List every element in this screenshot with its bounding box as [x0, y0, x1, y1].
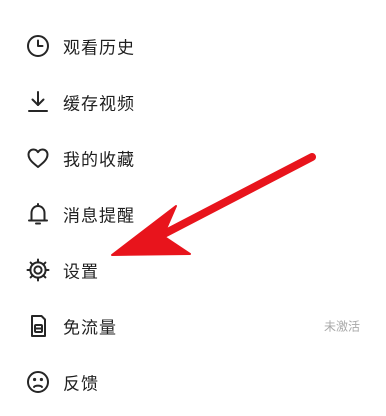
menu-item-label: 观看历史 — [63, 38, 135, 59]
bell-icon — [24, 200, 52, 228]
menu-item-history[interactable]: 观看历史 — [0, 18, 386, 74]
menu-item-settings[interactable]: 设置 — [0, 242, 386, 298]
sad-face-icon — [24, 368, 52, 396]
clock-icon — [24, 32, 52, 60]
menu-item-free-data[interactable]: 免流量 未激活 — [0, 298, 386, 354]
download-icon — [24, 88, 52, 116]
menu-item-label: 消息提醒 — [63, 206, 135, 227]
menu-item-favorites[interactable]: 我的收藏 — [0, 130, 386, 186]
menu-item-label: 设置 — [63, 262, 99, 283]
menu-item-cached-videos[interactable]: 缓存视频 — [0, 74, 386, 130]
menu-list: 观看历史 缓存视频 我的收藏 消息提醒 设置 免流量 未激活 反馈 — [0, 18, 386, 410]
gear-icon — [24, 256, 52, 284]
menu-item-notifications[interactable]: 消息提醒 — [0, 186, 386, 242]
menu-item-feedback[interactable]: 反馈 — [0, 354, 386, 410]
menu-item-label: 免流量 — [63, 318, 117, 339]
heart-icon — [24, 144, 52, 172]
menu-item-label: 我的收藏 — [63, 150, 135, 171]
sim-card-icon — [24, 312, 52, 340]
menu-item-label: 反馈 — [63, 374, 99, 395]
activation-status: 未激活 — [323, 319, 360, 334]
menu-item-label: 缓存视频 — [63, 94, 135, 115]
settings-menu-screen: 观看历史 缓存视频 我的收藏 消息提醒 设置 免流量 未激活 反馈 — [0, 0, 386, 416]
